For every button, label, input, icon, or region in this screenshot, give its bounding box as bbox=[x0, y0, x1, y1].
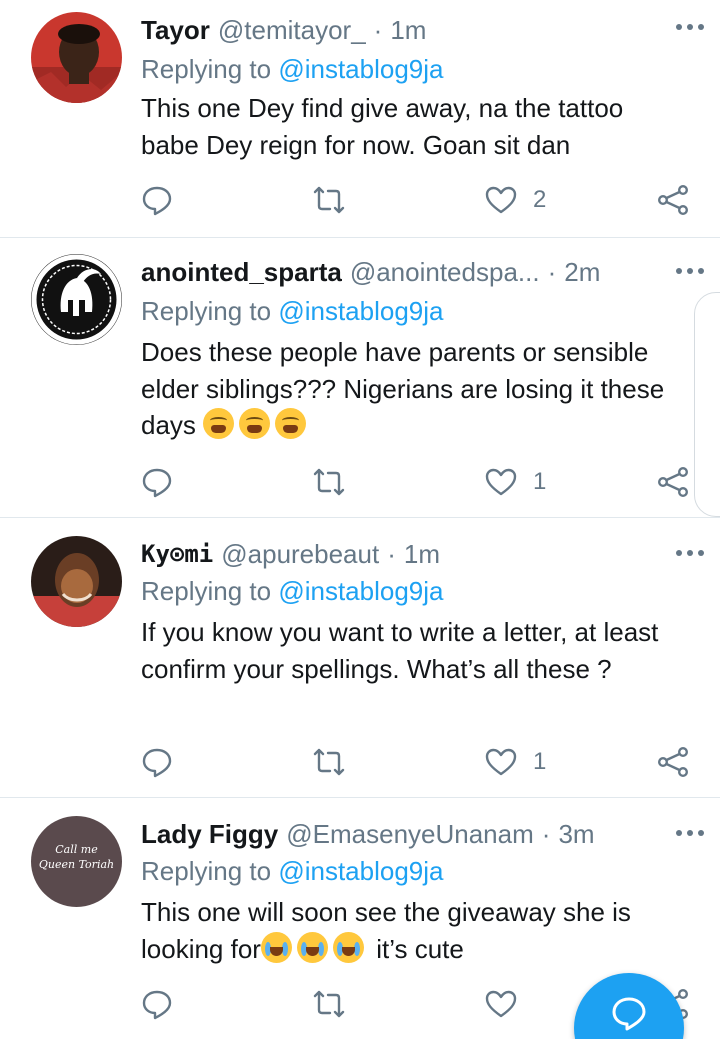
timestamp[interactable]: 3m bbox=[558, 819, 594, 850]
share-button[interactable] bbox=[657, 742, 689, 782]
timestamp[interactable]: 1m bbox=[390, 15, 426, 46]
replying-to-label: Replying to bbox=[141, 856, 272, 886]
separator-dot: · bbox=[541, 818, 551, 849]
share-icon bbox=[658, 185, 689, 216]
side-handle[interactable] bbox=[694, 292, 720, 517]
more-icon[interactable] bbox=[670, 256, 710, 286]
mention-link[interactable]: @instablog9ja bbox=[278, 296, 443, 326]
tweet-text-content: it’s cute bbox=[368, 933, 464, 964]
display-name[interactable]: Tayor bbox=[141, 15, 210, 46]
tears-of-joy-emoji bbox=[296, 931, 328, 963]
mention-link[interactable]: @instablog9ja bbox=[278, 54, 443, 84]
replying-to: Replying to @instablog9ja bbox=[141, 296, 443, 327]
reply-feed: Tayor @temitayor_ · 1m Replying to @inst… bbox=[0, 0, 720, 1039]
tweet-header: Lady Figgy @EmasenyeUnanam · 3m bbox=[141, 816, 696, 852]
user-handle[interactable]: @EmasenyeUnanam bbox=[286, 819, 534, 850]
tweet-text: This one will soon see the giveaway she … bbox=[141, 894, 686, 967]
tired-face-emoji bbox=[275, 408, 307, 439]
replying-to-label: Replying to bbox=[141, 54, 272, 84]
tweet-header: anointed_sparta @anointedspa... · 2m bbox=[141, 254, 696, 290]
mention-link[interactable]: @instablog9ja bbox=[278, 856, 443, 886]
tired-face-emoji bbox=[239, 408, 271, 439]
heart-icon bbox=[485, 186, 517, 214]
reply-icon bbox=[142, 990, 172, 1020]
heart-icon bbox=[485, 748, 517, 776]
replying-to: Replying to @instablog9ja bbox=[141, 856, 443, 887]
reply-button[interactable] bbox=[141, 180, 173, 220]
avatar-photo bbox=[31, 12, 122, 103]
action-bar: 1 bbox=[0, 462, 720, 502]
tweet[interactable]: Ky⊙mi @apurebeaut · 1m Replying to @inst… bbox=[0, 518, 720, 798]
user-handle[interactable]: @temitayor_ bbox=[218, 15, 366, 46]
retweet-icon bbox=[313, 468, 345, 496]
reply-button[interactable] bbox=[141, 462, 173, 502]
avatar[interactable]: Call me Queen Toriah bbox=[31, 816, 122, 907]
tweet-header: Ky⊙mi @apurebeaut · 1m bbox=[141, 536, 696, 572]
retweet-button[interactable] bbox=[313, 462, 345, 502]
like-button[interactable]: 1 bbox=[485, 462, 546, 502]
tweet[interactable]: Tayor @temitayor_ · 1m Replying to @inst… bbox=[0, 0, 720, 238]
reply-icon bbox=[142, 468, 172, 498]
avatar-text-line: Queen Toriah bbox=[38, 858, 115, 871]
retweet-button[interactable] bbox=[313, 742, 345, 782]
retweet-icon bbox=[313, 990, 345, 1018]
retweet-icon bbox=[313, 748, 345, 776]
share-button[interactable] bbox=[657, 462, 689, 502]
like-count: 1 bbox=[533, 748, 547, 775]
avatar-photo bbox=[31, 536, 122, 627]
replying-to-label: Replying to bbox=[141, 576, 272, 606]
timestamp[interactable]: 1m bbox=[404, 539, 440, 570]
heart-icon bbox=[485, 990, 517, 1018]
user-handle[interactable]: @anointedspa... bbox=[350, 257, 540, 288]
heart-icon bbox=[485, 468, 517, 496]
tweet-text: If you know you want to write a letter, … bbox=[141, 617, 659, 684]
tears-of-joy-emoji bbox=[260, 931, 292, 963]
more-icon[interactable] bbox=[670, 538, 710, 568]
spartan-helmet-logo bbox=[31, 254, 122, 345]
share-button[interactable] bbox=[657, 180, 689, 220]
like-button[interactable]: 1 bbox=[485, 742, 546, 782]
share-icon bbox=[658, 467, 689, 498]
avatar-text-line: Call me bbox=[55, 843, 98, 856]
tweet-header: Tayor @temitayor_ · 1m bbox=[141, 12, 696, 48]
like-button[interactable]: 2 bbox=[485, 180, 546, 220]
display-name[interactable]: Ky⊙mi bbox=[141, 540, 213, 568]
share-icon bbox=[658, 747, 689, 778]
like-button[interactable] bbox=[485, 984, 533, 1024]
tweet-text: This one Dey find give away, na the tatt… bbox=[141, 93, 624, 160]
retweet-button[interactable] bbox=[313, 984, 345, 1024]
separator-dot: · bbox=[373, 14, 383, 45]
display-name[interactable]: Lady Figgy bbox=[141, 819, 278, 850]
tears-of-joy-emoji bbox=[332, 931, 364, 963]
replying-to-label: Replying to bbox=[141, 296, 272, 326]
action-bar: 2 bbox=[0, 180, 720, 220]
avatar[interactable] bbox=[31, 536, 122, 627]
avatar[interactable] bbox=[31, 12, 122, 103]
tired-face-emoji bbox=[203, 408, 235, 439]
retweet-button[interactable] bbox=[313, 180, 345, 220]
action-bar: 1 bbox=[0, 742, 720, 782]
avatar-text: Call me Queen Toriah bbox=[31, 842, 122, 872]
display-name[interactable]: anointed_sparta bbox=[141, 257, 342, 288]
user-handle[interactable]: @apurebeaut bbox=[221, 539, 379, 570]
like-count: 1 bbox=[533, 468, 547, 495]
reply-icon bbox=[142, 748, 172, 778]
reply-icon bbox=[142, 186, 172, 216]
like-count: 2 bbox=[533, 186, 547, 213]
replying-to: Replying to @instablog9ja bbox=[141, 576, 443, 607]
more-icon[interactable] bbox=[670, 818, 710, 848]
compose-reply-icon bbox=[612, 997, 646, 1031]
reply-button[interactable] bbox=[141, 984, 173, 1024]
tweet[interactable]: anointed_sparta @anointedspa... · 2m Rep… bbox=[0, 238, 720, 518]
retweet-icon bbox=[313, 186, 345, 214]
separator-dot: · bbox=[387, 538, 396, 569]
separator-dot: · bbox=[547, 256, 557, 287]
timestamp[interactable]: 2m bbox=[564, 257, 600, 288]
tweet-text: Does these people have parents or sensib… bbox=[141, 334, 686, 444]
replying-to: Replying to @instablog9ja bbox=[141, 54, 443, 85]
reply-button[interactable] bbox=[141, 742, 173, 782]
avatar[interactable] bbox=[31, 254, 122, 345]
mention-link[interactable]: @instablog9ja bbox=[278, 576, 443, 606]
more-icon[interactable] bbox=[670, 12, 710, 42]
